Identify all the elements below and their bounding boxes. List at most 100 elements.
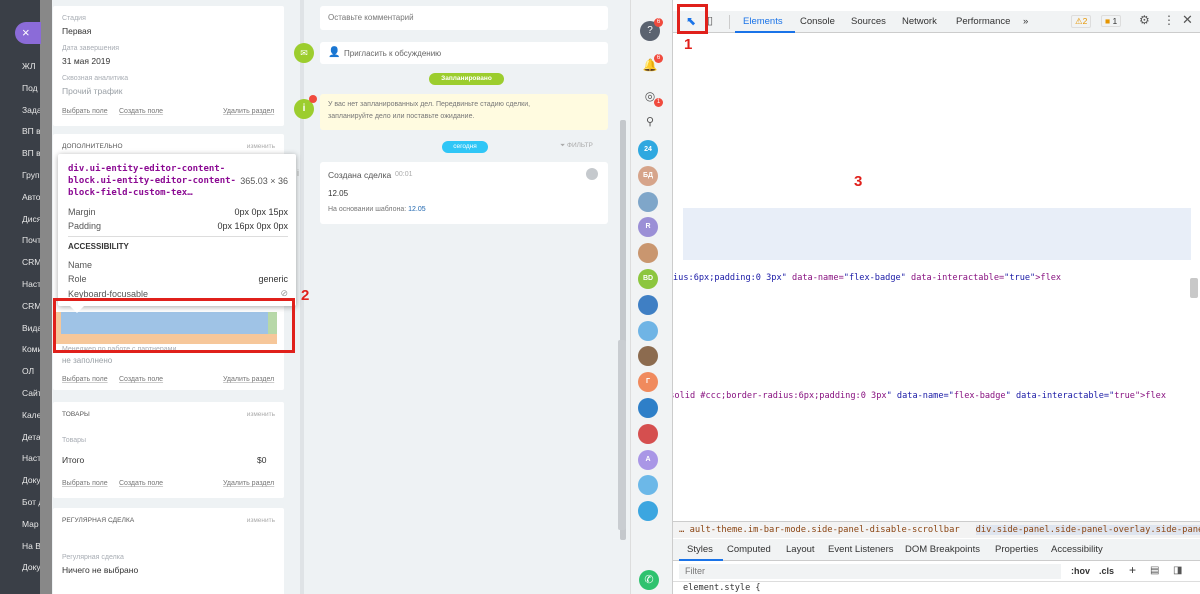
contact-avatar[interactable]: 24: [638, 140, 658, 160]
created-time: 00:01: [395, 171, 413, 178]
stage-value[interactable]: Первая: [62, 26, 91, 36]
search-icon[interactable]: ⚲: [640, 112, 660, 132]
extra-change-link[interactable]: изменить: [247, 143, 275, 150]
left-nav-item[interactable]: Дета: [22, 432, 40, 442]
left-nav-item[interactable]: Почт: [22, 235, 40, 245]
subtab-event-listeners[interactable]: Event Listeners: [828, 544, 893, 555]
source-value[interactable]: Прочий трафик: [62, 86, 122, 96]
dom-scrollbar[interactable]: [1190, 278, 1198, 298]
dom-node[interactable]: details_editor_buttons" style>…</div> ">…: [673, 390, 1166, 403]
subtab-properties[interactable]: Properties: [995, 544, 1038, 555]
create-field-link[interactable]: Создать поле: [119, 108, 163, 115]
tab-elements[interactable]: Elements: [743, 16, 783, 27]
toggle-sidebar-icon[interactable]: ◨: [1173, 565, 1182, 576]
tab-sources[interactable]: Sources: [851, 16, 886, 27]
hov-toggle[interactable]: :hov: [1071, 566, 1090, 576]
left-nav-item[interactable]: Бот д: [22, 497, 40, 507]
delete-section-link[interactable]: Удалить раздел: [223, 108, 274, 115]
manager-value[interactable]: не заполнено: [62, 356, 112, 365]
left-nav-item[interactable]: Мар: [22, 519, 40, 529]
more-options-icon[interactable]: ⋮: [1163, 13, 1175, 27]
create-field-link[interactable]: Создать поле: [119, 480, 163, 487]
breadcrumb-item-1[interactable]: … ault-theme.im-bar-mode.side-panel-disa…: [679, 525, 960, 535]
active-tab-indicator: [735, 31, 795, 33]
paint-brush-icon[interactable]: ▤: [1150, 565, 1159, 576]
left-nav-item[interactable]: CRM: [22, 301, 40, 311]
left-nav-item[interactable]: CRM: [22, 257, 40, 267]
author-avatar[interactable]: [586, 168, 598, 180]
contact-avatar[interactable]: BD: [638, 269, 658, 289]
left-nav-item[interactable]: На В: [22, 541, 40, 551]
close-devtools-icon[interactable]: ✕: [1182, 12, 1193, 28]
left-nav-item[interactable]: Авто: [22, 192, 40, 202]
products-change-link[interactable]: изменить: [247, 411, 275, 418]
left-nav-item[interactable]: ВП в: [22, 126, 40, 136]
breadcrumb-item-2[interactable]: div.side-panel.side-panel-overlay.side-p…: [975, 525, 1200, 535]
device-toolbar-icon[interactable]: ▯: [707, 14, 721, 30]
left-nav-item[interactable]: ВП в: [22, 148, 40, 158]
left-nav-item[interactable]: Под: [22, 83, 40, 93]
annotation-box-1: [677, 4, 708, 34]
left-nav-item[interactable]: ЖЛ: [22, 61, 40, 71]
left-nav-item[interactable]: Кале: [22, 410, 40, 420]
left-nav-item[interactable]: Коми: [22, 344, 40, 354]
contact-avatar[interactable]: [638, 398, 658, 418]
warning-icon: ⚠: [1075, 16, 1083, 26]
subtab-computed[interactable]: Computed: [727, 544, 771, 555]
left-nav-item[interactable]: Доку: [22, 562, 40, 572]
left-nav-item[interactable]: Наст: [22, 279, 40, 289]
close-panel-button[interactable]: ×: [15, 22, 41, 44]
products-label: Товары: [62, 437, 87, 444]
contact-avatar[interactable]: A: [638, 449, 658, 470]
settings-gear-icon[interactable]: ⚙: [1139, 13, 1150, 27]
comment-placeholder: Оставьте комментарий: [328, 13, 414, 22]
contact-avatar[interactable]: [638, 294, 658, 315]
left-nav-item[interactable]: Сайт: [22, 388, 40, 398]
new-style-rule-icon[interactable]: +: [1129, 563, 1136, 577]
subtab-dom-breakpoints[interactable]: DOM Breakpoints: [905, 544, 980, 555]
create-field-link[interactable]: Создать поле: [119, 376, 163, 383]
recurring-value[interactable]: Ничего не выбрано: [62, 565, 138, 575]
left-nav-item[interactable]: ОЛ: [22, 366, 40, 376]
left-nav-item[interactable]: Зада: [22, 105, 40, 115]
left-nav-item[interactable]: Вида: [22, 323, 40, 333]
stream-filter[interactable]: ⏷ ФИЛЬТР: [560, 142, 593, 150]
subtab-styles[interactable]: Styles: [687, 544, 713, 555]
comment-input[interactable]: Оставьте комментарий: [320, 6, 608, 30]
contact-avatar[interactable]: [638, 191, 658, 212]
based-on-link[interactable]: 12.05: [408, 206, 426, 213]
close-date-value[interactable]: 31 мая 2019: [62, 56, 110, 66]
delete-section-link[interactable]: Удалить раздел: [223, 376, 274, 383]
stream-scrollbar[interactable]: [618, 340, 626, 530]
left-nav-item[interactable]: Дися: [22, 214, 40, 224]
choose-field-link[interactable]: Выбрать поле: [62, 108, 108, 115]
left-nav-item[interactable]: Груп: [22, 170, 40, 180]
info-small-icon: i: [297, 168, 299, 178]
choose-field-link[interactable]: Выбрать поле: [62, 376, 108, 383]
devtools-tabbar: ⬉ ▯ Elements Console Sources Network Per…: [673, 11, 1200, 33]
delete-section-link[interactable]: Удалить раздел: [223, 480, 274, 487]
warnings-badge[interactable]: ⚠2: [1071, 15, 1092, 28]
filter-input[interactable]: Filter: [679, 564, 1061, 579]
tab-performance[interactable]: Performance: [956, 16, 1010, 27]
recurring-change-link[interactable]: изменить: [247, 517, 275, 524]
cls-toggle[interactable]: .cls: [1099, 566, 1114, 576]
tab-network[interactable]: Network: [902, 16, 937, 27]
notice-line-1: У вас нет запланированных дел. Передвинь…: [328, 101, 531, 108]
tab-console[interactable]: Console: [800, 16, 835, 27]
left-nav-item[interactable]: Наст: [22, 453, 40, 463]
dom-node[interactable]: </div> "an">style="font-size:7px;color:#…: [673, 272, 1061, 285]
invite-bar[interactable]: 👤 Пригласить к обсуждению: [320, 42, 608, 64]
contact-avatar[interactable]: [638, 320, 658, 341]
based-on-label: На основании шаблона:: [328, 206, 407, 213]
subtab-accessibility[interactable]: Accessibility: [1051, 544, 1103, 555]
call-icon[interactable]: ✆: [639, 570, 659, 590]
tab-more[interactable]: »: [1023, 16, 1028, 27]
stage-label: Стадия: [62, 15, 86, 22]
left-nav-item[interactable]: Доку: [22, 475, 40, 485]
subtab-layout[interactable]: Layout: [786, 544, 815, 555]
errors-badge[interactable]: ■ 1: [1101, 15, 1122, 27]
contact-avatar[interactable]: [638, 423, 658, 444]
contact-avatar[interactable]: БД: [638, 165, 658, 186]
choose-field-link[interactable]: Выбрать поле: [62, 480, 108, 487]
